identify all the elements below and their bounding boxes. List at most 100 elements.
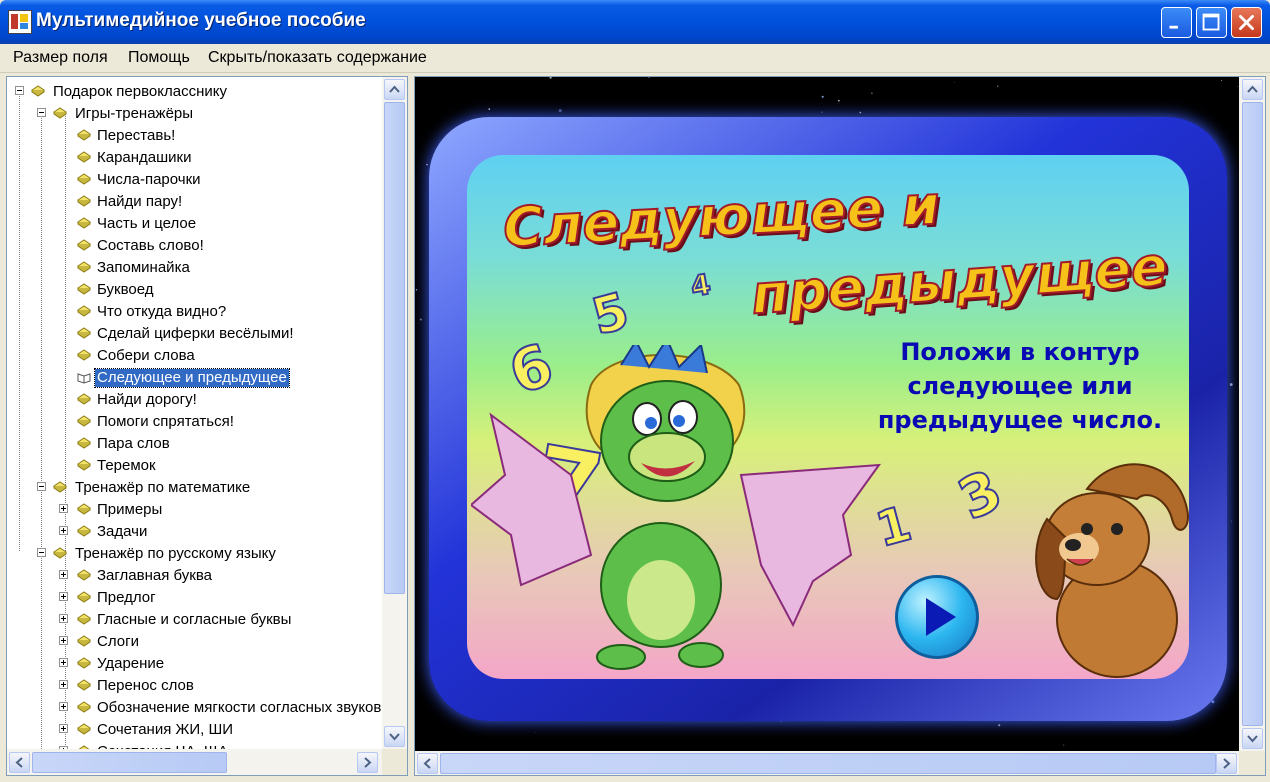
contents-tree-pane: Подарок первокласснику Игры-тренажёры Пере… (6, 76, 408, 776)
tree-item[interactable]: Сочетания ЧА, ЩА (7, 741, 382, 749)
chevron-left-icon (423, 758, 431, 769)
content-scroll-down-button[interactable] (1242, 728, 1263, 749)
content-scroll-right-button[interactable] (1216, 753, 1237, 774)
tree-item[interactable]: Карандашики (7, 147, 382, 169)
tree-item[interactable]: Переставь! (7, 125, 382, 147)
expand-icon[interactable] (59, 702, 68, 711)
tree-item-label: Следующее и предыдущее (94, 368, 290, 388)
tree-item[interactable]: Тренажёр по математике (7, 477, 382, 499)
tree-item-label: Помоги спрятаться! (97, 413, 234, 430)
chevron-right-icon (1223, 758, 1231, 769)
content-horizontal-scrollbar[interactable] (415, 751, 1239, 775)
tree-scroll-right-button[interactable] (357, 752, 378, 773)
tree-item-label: Слоги (97, 633, 139, 650)
tree-item[interactable]: Собери слова (7, 345, 382, 367)
book-icon (77, 437, 91, 449)
tree-item[interactable]: Перенос слов (7, 675, 382, 697)
tree-vertical-scrollbar[interactable] (382, 77, 407, 749)
game-instruction: Положи в контур следующее или предыдущее… (855, 335, 1185, 437)
tree-item[interactable]: Гласные и согласные буквы (7, 609, 382, 631)
menu-field-size[interactable]: Размер поля (13, 49, 108, 67)
book-icon (77, 657, 91, 669)
collapse-icon[interactable] (37, 482, 46, 491)
expand-icon[interactable] (59, 680, 68, 689)
tree-scroll-down-button[interactable] (384, 726, 405, 747)
book-icon (77, 415, 91, 427)
menu-bar: Размер поля Помощь Скрыть/показать содер… (0, 44, 1270, 73)
menu-toggle-contents[interactable]: Скрыть/показать содержание (208, 49, 427, 67)
tree-item-label: Обозначение мягкости согласных звуков (97, 699, 382, 716)
tree-item[interactable]: Слоги (7, 631, 382, 653)
tree-item[interactable]: Подарок первокласснику (7, 81, 382, 103)
chevron-up-icon (1247, 85, 1258, 93)
tree-scroll-up-button[interactable] (384, 79, 405, 100)
tree-item[interactable]: Теремок (7, 455, 382, 477)
close-button[interactable] (1231, 7, 1262, 38)
play-button[interactable] (895, 575, 979, 659)
tree-item[interactable]: Пара слов (7, 433, 382, 455)
tree-item-label: Найди дорогу! (97, 391, 197, 408)
book-icon (53, 107, 67, 119)
instruction-line1: Положи в контур (900, 338, 1140, 366)
tree-item-label: Переставь! (97, 127, 176, 144)
tree-item[interactable]: Задачи (7, 521, 382, 543)
content-scroll-thumb[interactable] (1242, 102, 1263, 726)
tree-item-selected[interactable]: Следующее и предыдущее (7, 367, 382, 389)
tree-item[interactable]: Составь слово! (7, 235, 382, 257)
tree-scroll-left-button[interactable] (9, 752, 30, 773)
tree-item[interactable]: Часть и целое (7, 213, 382, 235)
expand-icon[interactable] (59, 570, 68, 579)
tree-item[interactable]: Запоминайка (7, 257, 382, 279)
expand-icon[interactable] (59, 504, 68, 513)
book-icon (77, 327, 91, 339)
book-icon (77, 613, 91, 625)
book-icon (77, 349, 91, 361)
tree-item[interactable]: Примеры (7, 499, 382, 521)
content-scroll-left-button[interactable] (417, 753, 438, 774)
tree-item[interactable]: Числа-парочки (7, 169, 382, 191)
book-icon (77, 569, 91, 581)
content-scroll-up-button[interactable] (1242, 79, 1263, 100)
content-hscroll-thumb[interactable] (440, 753, 1216, 774)
content-vertical-scrollbar[interactable] (1239, 77, 1265, 751)
tree-item-label: Теремок (97, 457, 156, 474)
tree-item-label: Предлог (97, 589, 156, 606)
book-icon (77, 283, 91, 295)
minimize-button[interactable] (1161, 7, 1192, 38)
collapse-icon[interactable] (37, 108, 46, 117)
menu-help[interactable]: Помощь (128, 49, 190, 67)
tree-hscroll-thumb[interactable] (32, 752, 227, 773)
tree-item[interactable]: Помоги спрятаться! (7, 411, 382, 433)
tree-item[interactable]: Тренажёр по русскому языку (7, 543, 382, 565)
tree-item[interactable]: Заглавная буква (7, 565, 382, 587)
tree-item[interactable]: Обозначение мягкости согласных звуков (7, 697, 382, 719)
tree-item[interactable]: Найди пару! (7, 191, 382, 213)
window-title: Мультимедийное учебное пособие (36, 10, 366, 31)
tree-item-label: Карандашики (97, 149, 192, 166)
tree-item-label: Числа-парочки (97, 171, 201, 188)
tree-item[interactable]: Найди дорогу! (7, 389, 382, 411)
expand-icon[interactable] (59, 636, 68, 645)
tree-item[interactable]: Игры-тренажёры (7, 103, 382, 125)
tree-item[interactable]: Буквоед (7, 279, 382, 301)
tree-item[interactable]: Предлог (7, 587, 382, 609)
expand-icon[interactable] (59, 614, 68, 623)
expand-icon[interactable] (59, 592, 68, 601)
expand-icon[interactable] (59, 658, 68, 667)
tree-scroll-thumb[interactable] (384, 102, 405, 594)
book-icon (77, 393, 91, 405)
maximize-button[interactable] (1196, 7, 1227, 38)
tree-item[interactable]: Что откуда видно? (7, 301, 382, 323)
tree-item-label: Составь слово! (97, 237, 204, 254)
book-icon (77, 591, 91, 603)
expand-icon[interactable] (59, 724, 68, 733)
tree-horizontal-scrollbar[interactable] (7, 749, 382, 775)
collapse-icon[interactable] (15, 86, 24, 95)
expand-icon[interactable] (59, 526, 68, 535)
title-bar[interactable]: Мультимедийное учебное пособие (0, 0, 1270, 44)
tree-item[interactable]: Сделай циферки весёлыми! (7, 323, 382, 345)
chevron-up-icon (389, 85, 400, 93)
tree-item[interactable]: Ударение (7, 653, 382, 675)
tree-item[interactable]: Сочетания ЖИ, ШИ (7, 719, 382, 741)
collapse-icon[interactable] (37, 548, 46, 557)
